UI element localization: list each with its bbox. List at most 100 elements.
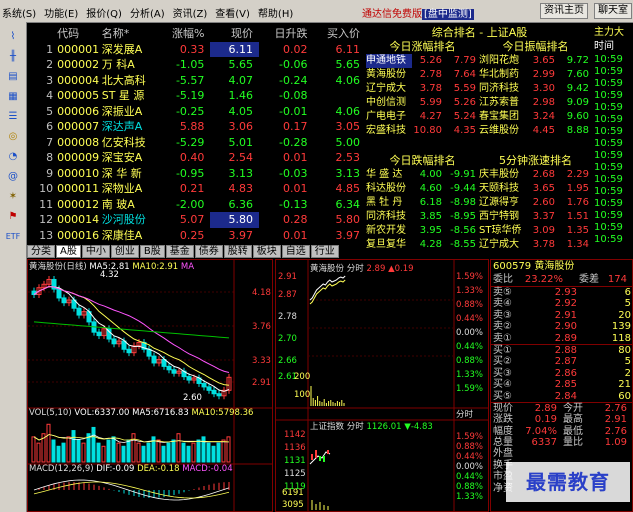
menu-system[interactable]: 系统(S)	[2, 5, 36, 20]
menu-function[interactable]: 功能(E)	[44, 5, 78, 20]
settings-icon[interactable]: ✶	[6, 190, 20, 204]
volume-bar	[91, 426, 96, 463]
buy-order-row[interactable]: 买③ 2.86 2	[491, 368, 632, 379]
ranking-row[interactable]: 宏盛科技 10.80 4.35	[366, 124, 479, 138]
ranking-row[interactable]: 中创信测 5.99 5.26	[366, 96, 479, 110]
ranking-row[interactable]: 科达股份 4.60 -9.44	[366, 182, 479, 196]
at-icon[interactable]: @	[6, 170, 20, 184]
tab-custom[interactable]: 自选	[281, 245, 310, 258]
ranking-row[interactable]: 华北制药 2.99 7.60	[479, 68, 592, 82]
table-row[interactable]: 8 000009 深宝安A 0.40 2.54 0.01 2.53	[27, 150, 364, 166]
ranking-row[interactable]: 同济科技 3.85 -8.95	[366, 210, 479, 224]
ranking-row[interactable]: 新农开发 3.95 -8.56	[366, 224, 479, 238]
col-pct[interactable]: 涨幅%	[156, 26, 210, 42]
table-row[interactable]: 5 000006 深振业A -0.25 4.05 -0.01 4.06	[27, 104, 364, 120]
table-row[interactable]: 2 000002 万 科A -1.05 5.65 -0.06 5.65	[27, 57, 364, 73]
tab-gem[interactable]: 创业	[110, 245, 139, 258]
ranking-row[interactable]: 广电电子 4.27 5.24	[366, 110, 479, 124]
tab-sme[interactable]: 中小	[81, 245, 110, 258]
table-row[interactable]: 6 000007 深达声A 5.88 3.06 0.17 3.05	[27, 119, 364, 135]
ranking-price: 2.60	[532, 197, 555, 208]
coin-icon[interactable]: ◎	[6, 130, 20, 144]
bar-icon[interactable]: ▤	[6, 70, 20, 84]
sell-order-row[interactable]: 卖② 2.90 139	[491, 321, 632, 332]
table-row[interactable]: 4 000005 ST 星 源 -5.19 1.46 -0.08	[27, 88, 364, 104]
menu-help[interactable]: 帮助(H)	[258, 5, 293, 20]
table-row[interactable]: 1 000001 深发展A 0.33 6.11 0.02 6.11	[27, 41, 364, 57]
table-row[interactable]: 11 000012 南 玻A -2.00 6.36 -0.13 6.34	[27, 197, 364, 213]
info-home-button[interactable]: 资讯主页	[540, 3, 588, 19]
menu-analysis[interactable]: 分析(A)	[130, 5, 165, 20]
stat-label-2: 最高	[563, 414, 583, 426]
ranking-row[interactable]: 辽源得亨 2.60 1.76	[479, 196, 592, 210]
minute-caption: 黄海股份 分时 2.89 ▲0.19	[310, 262, 414, 274]
watermark-logo: 最需教育	[506, 462, 630, 502]
flag-icon[interactable]: ⚑	[6, 210, 20, 224]
col-name[interactable]: 名称*	[102, 26, 156, 42]
sell-order-row[interactable]: 卖⑤ 2.93 6	[491, 287, 632, 298]
ranking-row[interactable]: 江苏索普 2.98 9.09	[479, 96, 592, 110]
ranking-row[interactable]: 辽宁成大 3.78 1.34	[479, 238, 592, 252]
row-index: 12	[39, 213, 54, 226]
index-pct-label: 1.33%	[456, 492, 484, 502]
tab-a-shares[interactable]: A股	[56, 245, 81, 258]
grid-icon[interactable]: ▦	[6, 90, 20, 104]
buy-order-row[interactable]: 买⑤ 2.84 60	[491, 391, 632, 402]
table-row[interactable]: 12 000014 沙河股份 5.07 5.80 0.28 5.80	[27, 212, 364, 228]
sell-order-row[interactable]: 卖③ 2.91 20	[491, 310, 632, 321]
buy-order-row[interactable]: 买④ 2.85 21	[491, 379, 632, 390]
ranking-row[interactable]: 申通地铁 5.26 7.79	[366, 54, 479, 68]
tab-sector[interactable]: 板块	[252, 245, 281, 258]
ranking-row[interactable]: 云维股份 4.45 8.88	[479, 124, 592, 138]
kline-icon[interactable]: ╫	[6, 50, 20, 64]
table-row[interactable]: 10 000011 深物业A 0.21 4.83 0.01 4.85	[27, 181, 364, 197]
menu-view[interactable]: 查看(V)	[215, 5, 250, 20]
sell-order-row[interactable]: 卖① 2.89 118	[491, 333, 632, 344]
col-buy[interactable]: 买入价	[313, 26, 364, 42]
ranking-row[interactable]: 黑 牡 丹 6.18 -8.98	[366, 196, 479, 210]
buy-order-row[interactable]: 买① 2.88 80	[491, 345, 632, 356]
ranking-row[interactable]: 华 盛 达 4.00 -9.91	[366, 168, 479, 182]
ranking-row[interactable]: 西宁特钢 3.37 1.51	[479, 210, 592, 224]
volume-bar	[176, 433, 181, 463]
col-change[interactable]: 日升跌	[259, 26, 313, 42]
col-code[interactable]: 代码	[57, 26, 102, 42]
volume-bar	[36, 442, 41, 463]
line-chart-icon[interactable]: ⌇	[6, 30, 20, 44]
table-header: 代码 名称* 涨幅% 现价 日升跌 买入价	[27, 26, 364, 42]
tab-category[interactable]: 分类	[27, 245, 55, 258]
ranking-row[interactable]: 天颐科技 3.65 1.95	[479, 182, 592, 196]
ranking-row[interactable]: 春宝集团 3.24 9.60	[479, 110, 592, 124]
menu-bar: 系统(S) 功能(E) 报价(Q) 分析(A) 资讯(Z) 查看(V) 帮助(H…	[0, 0, 633, 23]
table-row[interactable]: 9 000010 深 华 新 -0.95 3.13 -0.03 3.13	[27, 166, 364, 182]
table-row[interactable]: 7 000008 亿安科技 -5.29 5.01 -0.28 5.00	[27, 135, 364, 151]
vol-value: VOL:6337.00	[74, 408, 130, 418]
table-row[interactable]: 13 000016 深康佳A 0.25 3.97 0.01 3.97	[27, 228, 364, 244]
chat-room-button[interactable]: 聊天室	[594, 3, 632, 19]
ranking-row[interactable]: 同济科技 3.30 9.42	[479, 82, 592, 96]
tab-b-shares[interactable]: B股	[139, 245, 165, 258]
col-price[interactable]: 现价	[210, 26, 259, 42]
buy-order-row[interactable]: 买② 2.87 5	[491, 356, 632, 367]
ranking-row[interactable]: 复旦复华 4.28 -8.55	[366, 238, 479, 252]
kline-chart[interactable]: 黄海股份(日线) MA5:2.81 MA10:2.91 MA 4.32 2.60…	[27, 259, 273, 512]
clock-icon[interactable]: ◔	[6, 150, 20, 164]
tab-transfer[interactable]: 股转	[223, 245, 252, 258]
ranking-row[interactable]: 浏阳花炮 3.65 9.72	[479, 54, 592, 68]
tab-funds[interactable]: 基金	[165, 245, 194, 258]
table-icon[interactable]: ☰	[6, 110, 20, 124]
ranking-row[interactable]: 黄海股份 2.78 7.64	[366, 68, 479, 82]
tab-industry[interactable]: 行业	[310, 245, 339, 258]
menu-quote[interactable]: 报价(Q)	[86, 5, 122, 20]
menu-info[interactable]: 资讯(Z)	[173, 5, 208, 20]
tab-bonds[interactable]: 债券	[194, 245, 223, 258]
minute-charts[interactable]: 黄海股份 分时 2.89 ▲0.19 2.91 2.87 2.78 2.70 2.66 2…	[275, 259, 489, 512]
ranking-row[interactable]: 庆丰股份 2.68 2.29	[479, 168, 592, 182]
ranking-row[interactable]: ST琼华侨 3.09 1.35	[479, 224, 592, 238]
candle-body	[76, 307, 82, 316]
row-index: 1	[46, 42, 54, 56]
sell-order-row[interactable]: 卖④ 2.92 5	[491, 298, 632, 309]
ranking-row[interactable]: 辽宁成大 3.78 5.59	[366, 82, 479, 96]
table-row[interactable]: 3 000004 北大高科 -5.57 4.07 -0.24 4.06	[27, 73, 364, 89]
etf-icon[interactable]: ETF	[3, 230, 23, 244]
